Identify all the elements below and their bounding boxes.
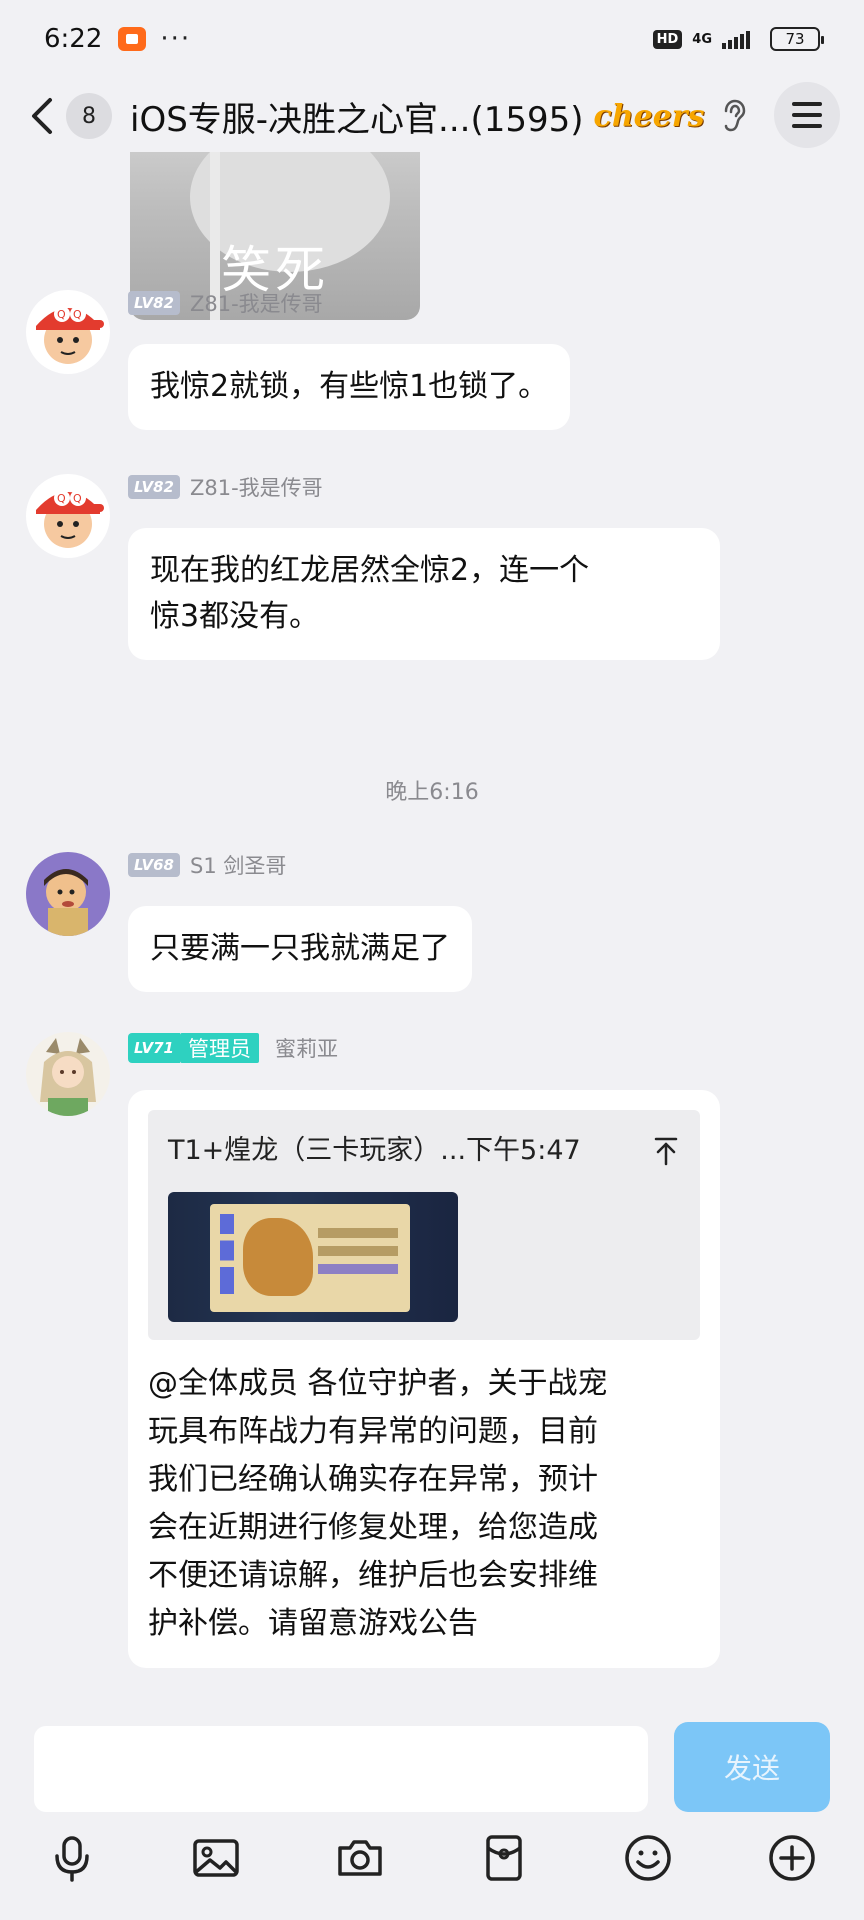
- voice-button[interactable]: [44, 1830, 100, 1886]
- level-badge: LV68: [128, 853, 180, 877]
- admin-role-badge: 管理员: [179, 1033, 259, 1063]
- battery-icon: 73: [770, 27, 824, 51]
- time-divider: 晚上6:16: [385, 780, 479, 805]
- status-more-dots: ···: [160, 24, 192, 54]
- qq-cap-avatar-icon: Q Q: [26, 474, 110, 558]
- message-meta: LV71 管理员 蜜莉亚: [128, 1032, 338, 1064]
- red-packet-icon: [486, 1835, 522, 1881]
- quoted-message[interactable]: T1+煌龙（三卡玩家）...下午5:47: [148, 1110, 700, 1340]
- announcement-line: 玩具布阵战力有异常的问题，目前: [148, 1414, 598, 1449]
- chat-title[interactable]: iOS专服-决胜之心官...(1595): [130, 92, 584, 141]
- ear-icon[interactable]: [721, 99, 747, 133]
- quote-header: T1+煌龙（三卡玩家）...下午5:47: [168, 1128, 680, 1174]
- screen-record-icon: [118, 27, 147, 51]
- message-text: 我惊2就锁，有些惊1也锁了。: [150, 369, 549, 404]
- message-text-line: 惊3都没有。: [150, 599, 320, 634]
- cheers-badge: cheers: [593, 98, 705, 134]
- plus-icon: [769, 1835, 815, 1881]
- menu-icon: [792, 102, 822, 106]
- send-button[interactable]: 发送: [674, 1722, 830, 1812]
- status-bar: 6:22 ··· HD 4G 73: [0, 0, 864, 78]
- announcement-line: 会在近期进行修复处理，给您造成: [148, 1510, 598, 1545]
- admin-badge-group: LV71 管理员: [128, 1033, 259, 1063]
- svg-text:Q: Q: [57, 492, 66, 505]
- quoted-image-thumbnail[interactable]: [168, 1192, 458, 1322]
- unread-count-badge[interactable]: 8: [66, 93, 112, 139]
- announcement-text: @全体成员 各位守护者，关于战宠 玩具布阵战力有异常的问题，目前 我们已经确认确…: [148, 1360, 700, 1648]
- red-packet-button[interactable]: [476, 1830, 532, 1886]
- sender-nickname[interactable]: S1 剑圣哥: [190, 850, 286, 880]
- battery-level: 73: [785, 30, 805, 48]
- sender-nickname[interactable]: Z81-我是传哥: [190, 472, 323, 502]
- composer-toolbar: [0, 1830, 864, 1900]
- announcement-line: @全体成员 各位守护者，关于战宠: [148, 1366, 608, 1401]
- image-button[interactable]: [188, 1830, 244, 1886]
- network-type: 4G: [692, 31, 712, 47]
- anime-girl-avatar-icon: [26, 1032, 110, 1116]
- announcement-line: 不便还请谅解，维护后也会安排维: [148, 1558, 598, 1593]
- avatar[interactable]: [26, 852, 110, 936]
- level-badge: LV82: [128, 475, 180, 499]
- level-badge: LV82: [128, 291, 180, 315]
- announcement-line: 我们已经确认确实存在异常，预计: [148, 1462, 598, 1497]
- microphone-icon: [55, 1836, 89, 1882]
- chat-header: 8 iOS专服-决胜之心官...(1595) cheers: [0, 80, 864, 152]
- back-button[interactable]: [28, 91, 64, 141]
- sender-nickname[interactable]: Z81-我是传哥: [190, 288, 323, 318]
- sender-nickname[interactable]: 蜜莉亚: [275, 1033, 338, 1063]
- message-input[interactable]: [34, 1726, 648, 1812]
- message-text-line: 现在我的红龙居然全惊2，连一个: [150, 553, 590, 588]
- cartoon-avatar-icon: [26, 852, 110, 936]
- emoji-icon: [625, 1835, 671, 1881]
- avatar[interactable]: [26, 1032, 110, 1116]
- message-meta: LV82 Z81-我是传哥: [128, 474, 323, 500]
- level-badge: LV71: [128, 1033, 180, 1063]
- image-icon: [193, 1839, 239, 1877]
- message-bubble[interactable]: T1+煌龙（三卡玩家）...下午5:47 @全体成员 各位守护者，关于战宠 玩具…: [128, 1090, 720, 1668]
- camera-button[interactable]: [332, 1830, 388, 1886]
- camera-icon: [338, 1840, 382, 1876]
- quote-header-text: T1+煌龙（三卡玩家）...下午5:47: [168, 1135, 581, 1166]
- network-indicator: 4G: [692, 33, 712, 46]
- message-bubble[interactable]: 只要满一只我就满足了: [128, 906, 472, 992]
- emoji-button[interactable]: [620, 1830, 676, 1886]
- message-meta: LV82 Z81-我是传哥: [128, 290, 323, 316]
- more-button[interactable]: [764, 1830, 820, 1886]
- announcement-line: 护补偿。请留意游戏公告: [148, 1606, 478, 1641]
- composer: 发送: [0, 1718, 864, 1814]
- qq-cap-avatar-icon: Q Q: [26, 290, 110, 374]
- message-bubble[interactable]: 现在我的红龙居然全惊2，连一个 惊3都没有。: [128, 528, 720, 660]
- menu-button[interactable]: [774, 82, 840, 148]
- svg-text:Q: Q: [73, 492, 82, 505]
- message-text: 只要满一只我就满足了: [150, 931, 450, 966]
- avatar[interactable]: Q Q: [26, 474, 110, 558]
- chevron-left-icon: [32, 98, 52, 134]
- message-meta: LV68 S1 剑圣哥: [128, 852, 286, 878]
- message-bubble[interactable]: 我惊2就锁，有些惊1也锁了。: [128, 344, 571, 430]
- avatar[interactable]: Q Q: [26, 290, 110, 374]
- signal-icon: [722, 29, 750, 49]
- svg-text:Q: Q: [73, 308, 82, 321]
- status-indicators: HD 4G 73: [652, 27, 824, 51]
- status-time: 6:22: [44, 24, 103, 54]
- hd-icon: HD: [652, 29, 683, 49]
- message-list[interactable]: 笑死 Q Q LV82 Z81-我是传哥 我惊2就锁，有些惊1也锁了。 Q Q …: [0, 152, 864, 1712]
- svg-text:Q: Q: [57, 308, 66, 321]
- jump-to-original-icon[interactable]: [652, 1136, 680, 1166]
